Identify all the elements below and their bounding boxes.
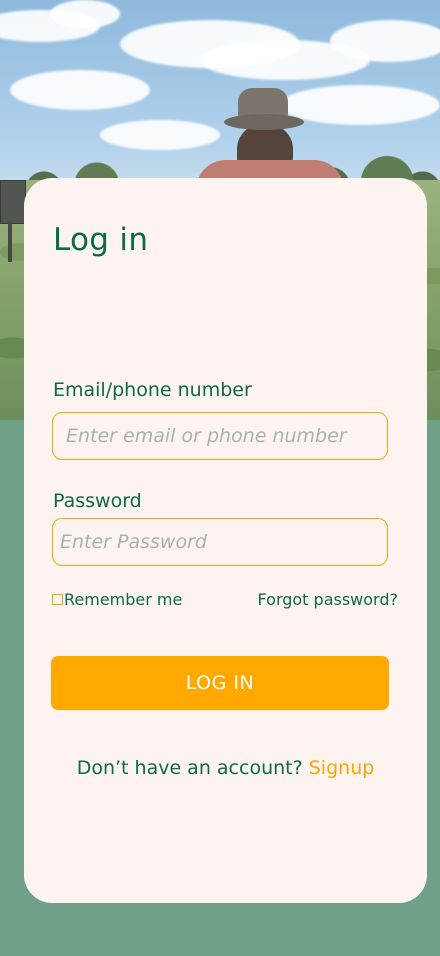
signup-link[interactable]: Signup	[309, 757, 375, 779]
login-card: Log in Email/phone number Password Remem…	[24, 178, 427, 903]
page-title: Log in	[53, 222, 149, 258]
password-label: Password	[53, 490, 142, 512]
signup-row: Don’t have an account? Signup	[24, 757, 427, 779]
remember-me-label: Remember me	[64, 590, 183, 609]
remember-me[interactable]: Remember me	[52, 590, 182, 609]
password-input[interactable]	[52, 518, 388, 566]
email-input[interactable]	[52, 412, 388, 460]
remember-checkbox-icon[interactable]	[52, 594, 63, 605]
forgot-password-link[interactable]: Forgot password?	[258, 590, 398, 609]
login-button[interactable]: LOG IN	[51, 656, 389, 710]
email-label: Email/phone number	[53, 379, 252, 401]
signup-prompt: Don’t have an account?	[76, 757, 303, 779]
